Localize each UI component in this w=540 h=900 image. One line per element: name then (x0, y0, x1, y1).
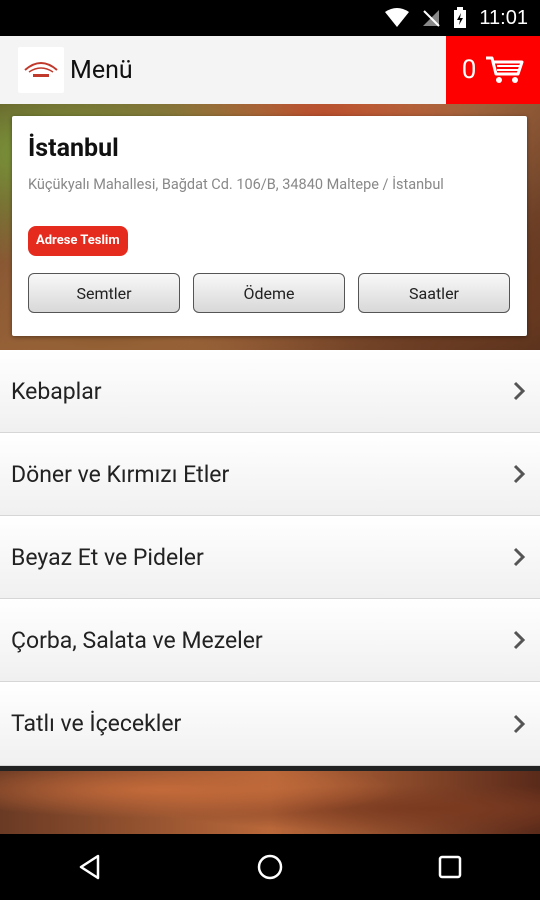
battery-charging-icon (454, 7, 467, 28)
menu-item-label: Beyaz Et ve Pideler (11, 543, 204, 571)
menu-item-beyaz-et[interactable]: Beyaz Et ve Pideler (0, 516, 540, 599)
chevron-right-icon (512, 380, 526, 402)
delivery-badge: Adrese Teslim (28, 226, 128, 256)
menu-item-tatli[interactable]: Tatlı ve İçecekler (0, 682, 540, 766)
system-nav-bar (0, 834, 540, 900)
menu-item-doner[interactable]: Döner ve Kırmızı Etler (0, 433, 540, 516)
menu-item-label: Çorba, Salata ve Mezeler (11, 626, 263, 654)
chevron-right-icon (512, 546, 526, 568)
chevron-right-icon (512, 713, 526, 735)
menu-item-kebaplar[interactable]: Kebaplar (0, 350, 540, 433)
page-title: Menü (70, 55, 133, 85)
menu-category-list: Kebaplar Döner ve Kırmızı Etler Beyaz Et… (0, 350, 540, 766)
city-name: İstanbul (28, 134, 119, 163)
no-signal-icon (423, 10, 441, 27)
recents-icon[interactable] (436, 853, 464, 881)
clock: 11:01 (479, 6, 528, 29)
menu-item-label: Kebaplar (11, 377, 102, 405)
restaurant-logo (18, 47, 64, 93)
restaurant-info-card: İstanbul Küçükyalı Mahallesi, Bağdat Cd.… (12, 116, 527, 336)
back-icon[interactable] (76, 853, 104, 881)
home-icon[interactable] (256, 853, 284, 881)
status-bar: 11:01 (0, 0, 540, 36)
chevron-right-icon (512, 629, 526, 651)
chevron-right-icon (512, 463, 526, 485)
districts-button[interactable]: Semtler (28, 273, 180, 313)
wifi-icon (385, 8, 410, 27)
payment-button[interactable]: Ödeme (193, 273, 345, 313)
address-text: Küçükyalı Mahallesi, Bağdat Cd. 106/B, 3… (28, 176, 444, 193)
menu-item-label: Döner ve Kırmızı Etler (11, 460, 230, 488)
app-bar: Menü 0 (0, 36, 540, 104)
footer-food-image (0, 771, 540, 834)
hours-button[interactable]: Saatler (358, 273, 510, 313)
menu-item-label: Tatlı ve İçecekler (11, 710, 182, 737)
cart-count: 0 (461, 55, 477, 85)
cart-button[interactable]: 0 (446, 36, 540, 104)
shopping-cart-icon (486, 56, 524, 83)
menu-item-corba[interactable]: Çorba, Salata ve Mezeler (0, 599, 540, 682)
